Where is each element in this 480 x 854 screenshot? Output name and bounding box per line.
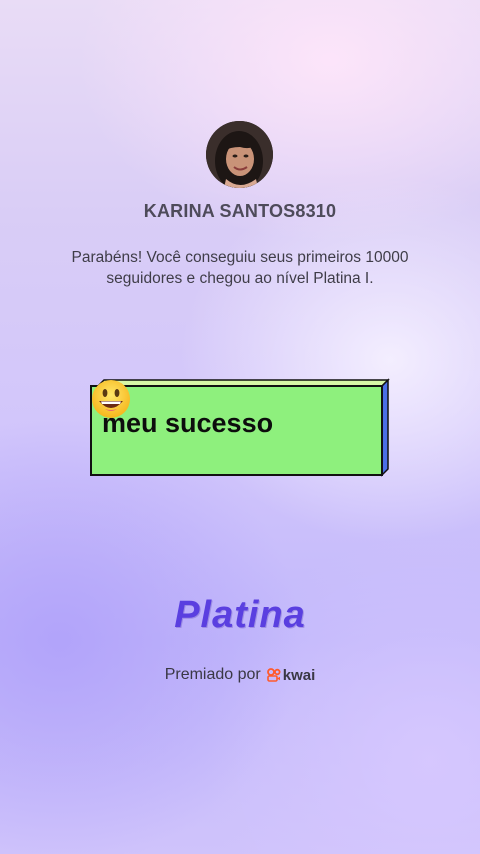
grinning-face-icon <box>92 380 130 418</box>
caption-box: meu sucesso <box>90 378 390 478</box>
username: KARINA SANTOS8310 <box>143 201 337 221</box>
awarded-by-label: Premiado por <box>164 666 261 683</box>
avatar-photo <box>206 121 273 188</box>
level-title: Platina <box>174 594 306 636</box>
awarded-by-footer: Premiado por kwai <box>0 666 480 684</box>
kwai-brand-text: kwai <box>282 666 316 684</box>
achievement-message: Parabéns! Você conseguiu seus primeiros … <box>71 249 409 287</box>
kwai-logo-icon <box>266 668 281 682</box>
avatar <box>206 121 273 188</box>
